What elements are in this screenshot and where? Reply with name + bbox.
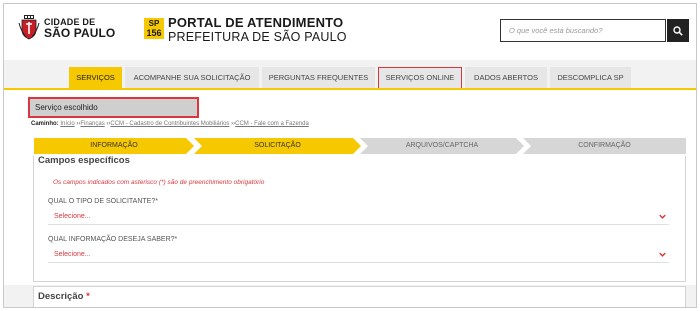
tab-servicos-online[interactable]: SERVIÇOS ONLINE	[378, 67, 462, 89]
sp156-badge-bottom: 156	[146, 28, 162, 38]
chevron-down-icon	[659, 214, 666, 219]
nav-underline	[4, 88, 696, 90]
city-name-line2: SÃO PAULO	[44, 26, 116, 40]
sp156-badge[interactable]: SP 156	[144, 18, 164, 39]
tab-perguntas-frequentes[interactable]: PERGUNTAS FREQUENTES	[262, 67, 375, 89]
information-type-value: Selecione...	[54, 251, 91, 258]
information-type-select[interactable]: Selecione...	[48, 246, 669, 263]
search-button[interactable]	[667, 19, 689, 42]
requester-type-label: QUAL O TIPO DE SOLICITANTE?*	[48, 198, 158, 205]
city-logo[interactable]: CIDADE DE SÃO PAULO	[18, 15, 115, 41]
tab-dados-abertos[interactable]: DADOS ABERTOS	[465, 67, 547, 89]
chevron-down-icon	[659, 252, 666, 257]
breadcrumb-link-ccm-cadastro[interactable]: CCM - Cadastro de Contribuintes Mobiliár…	[110, 121, 229, 127]
required-marker: *	[86, 291, 90, 302]
portal-title-block[interactable]: PORTAL DE ATENDIMENTO PREFEITURA DE SÃO …	[168, 15, 347, 45]
step-arquivos-captcha: ARQUIVOS/CAPTCHA	[360, 138, 524, 154]
required-fields-note: Os campos indicados com asterisco (*) sã…	[53, 179, 265, 186]
browser-frame: CIDADE DE SÃO PAULO SP 156 PORTAL DE ATE…	[3, 3, 697, 308]
sp156-badge-top: SP	[148, 19, 160, 28]
information-type-label: QUAL INFORMAÇÃO DESEJA SABER?*	[48, 236, 178, 243]
portal-title: PORTAL DE ATENDIMENTO	[168, 15, 344, 30]
tab-descomplica-sp[interactable]: DESCOMPLICA SP	[550, 67, 631, 89]
tab-acompanhe-solicitacao[interactable]: ACOMPANHE SUA SOLICITAÇÃO	[125, 67, 259, 89]
breadcrumb-link-inicio[interactable]: Início	[60, 121, 74, 127]
step-informacao: INFORMAÇÃO	[34, 138, 194, 154]
progress-steps: INFORMAÇÃO SOLICITAÇÃO ARQUIVOS/CAPTCHA …	[34, 138, 686, 154]
search-input[interactable]: O que você está buscando?	[500, 19, 666, 42]
step-confirmacao: CONFIRMAÇÃO	[523, 138, 686, 154]
city-coat-of-arms-icon	[18, 15, 40, 41]
requester-type-value: Selecione...	[54, 213, 91, 220]
breadcrumb: Caminho: Início ››Finanças ››CCM - Cadas…	[31, 121, 309, 127]
section-title: Campos específicos	[38, 155, 130, 166]
description-panel	[33, 286, 686, 307]
step-solicitacao: SOLICITAÇÃO	[194, 138, 361, 154]
site-header: CIDADE DE SÃO PAULO SP 156 PORTAL DE ATE…	[4, 4, 696, 60]
breadcrumb-link-financas[interactable]: Finanças	[80, 121, 104, 127]
requester-type-select[interactable]: Selecione...	[48, 208, 669, 225]
breadcrumb-link-ccm-fale[interactable]: CCM - Fale com a Fazenda	[235, 121, 309, 127]
breadcrumb-prefix: Caminho:	[31, 121, 59, 127]
portal-subtitle: PREFEITURA DE SÃO PAULO	[168, 30, 347, 44]
tab-servicos[interactable]: SERVIÇOS	[69, 67, 122, 89]
description-label: Descrição *	[38, 291, 90, 302]
search-icon	[673, 25, 683, 36]
description-label-text: Descrição	[38, 291, 84, 302]
city-name: CIDADE DE SÃO PAULO	[44, 17, 115, 39]
service-chosen-box: Serviço escolhido	[28, 97, 199, 118]
